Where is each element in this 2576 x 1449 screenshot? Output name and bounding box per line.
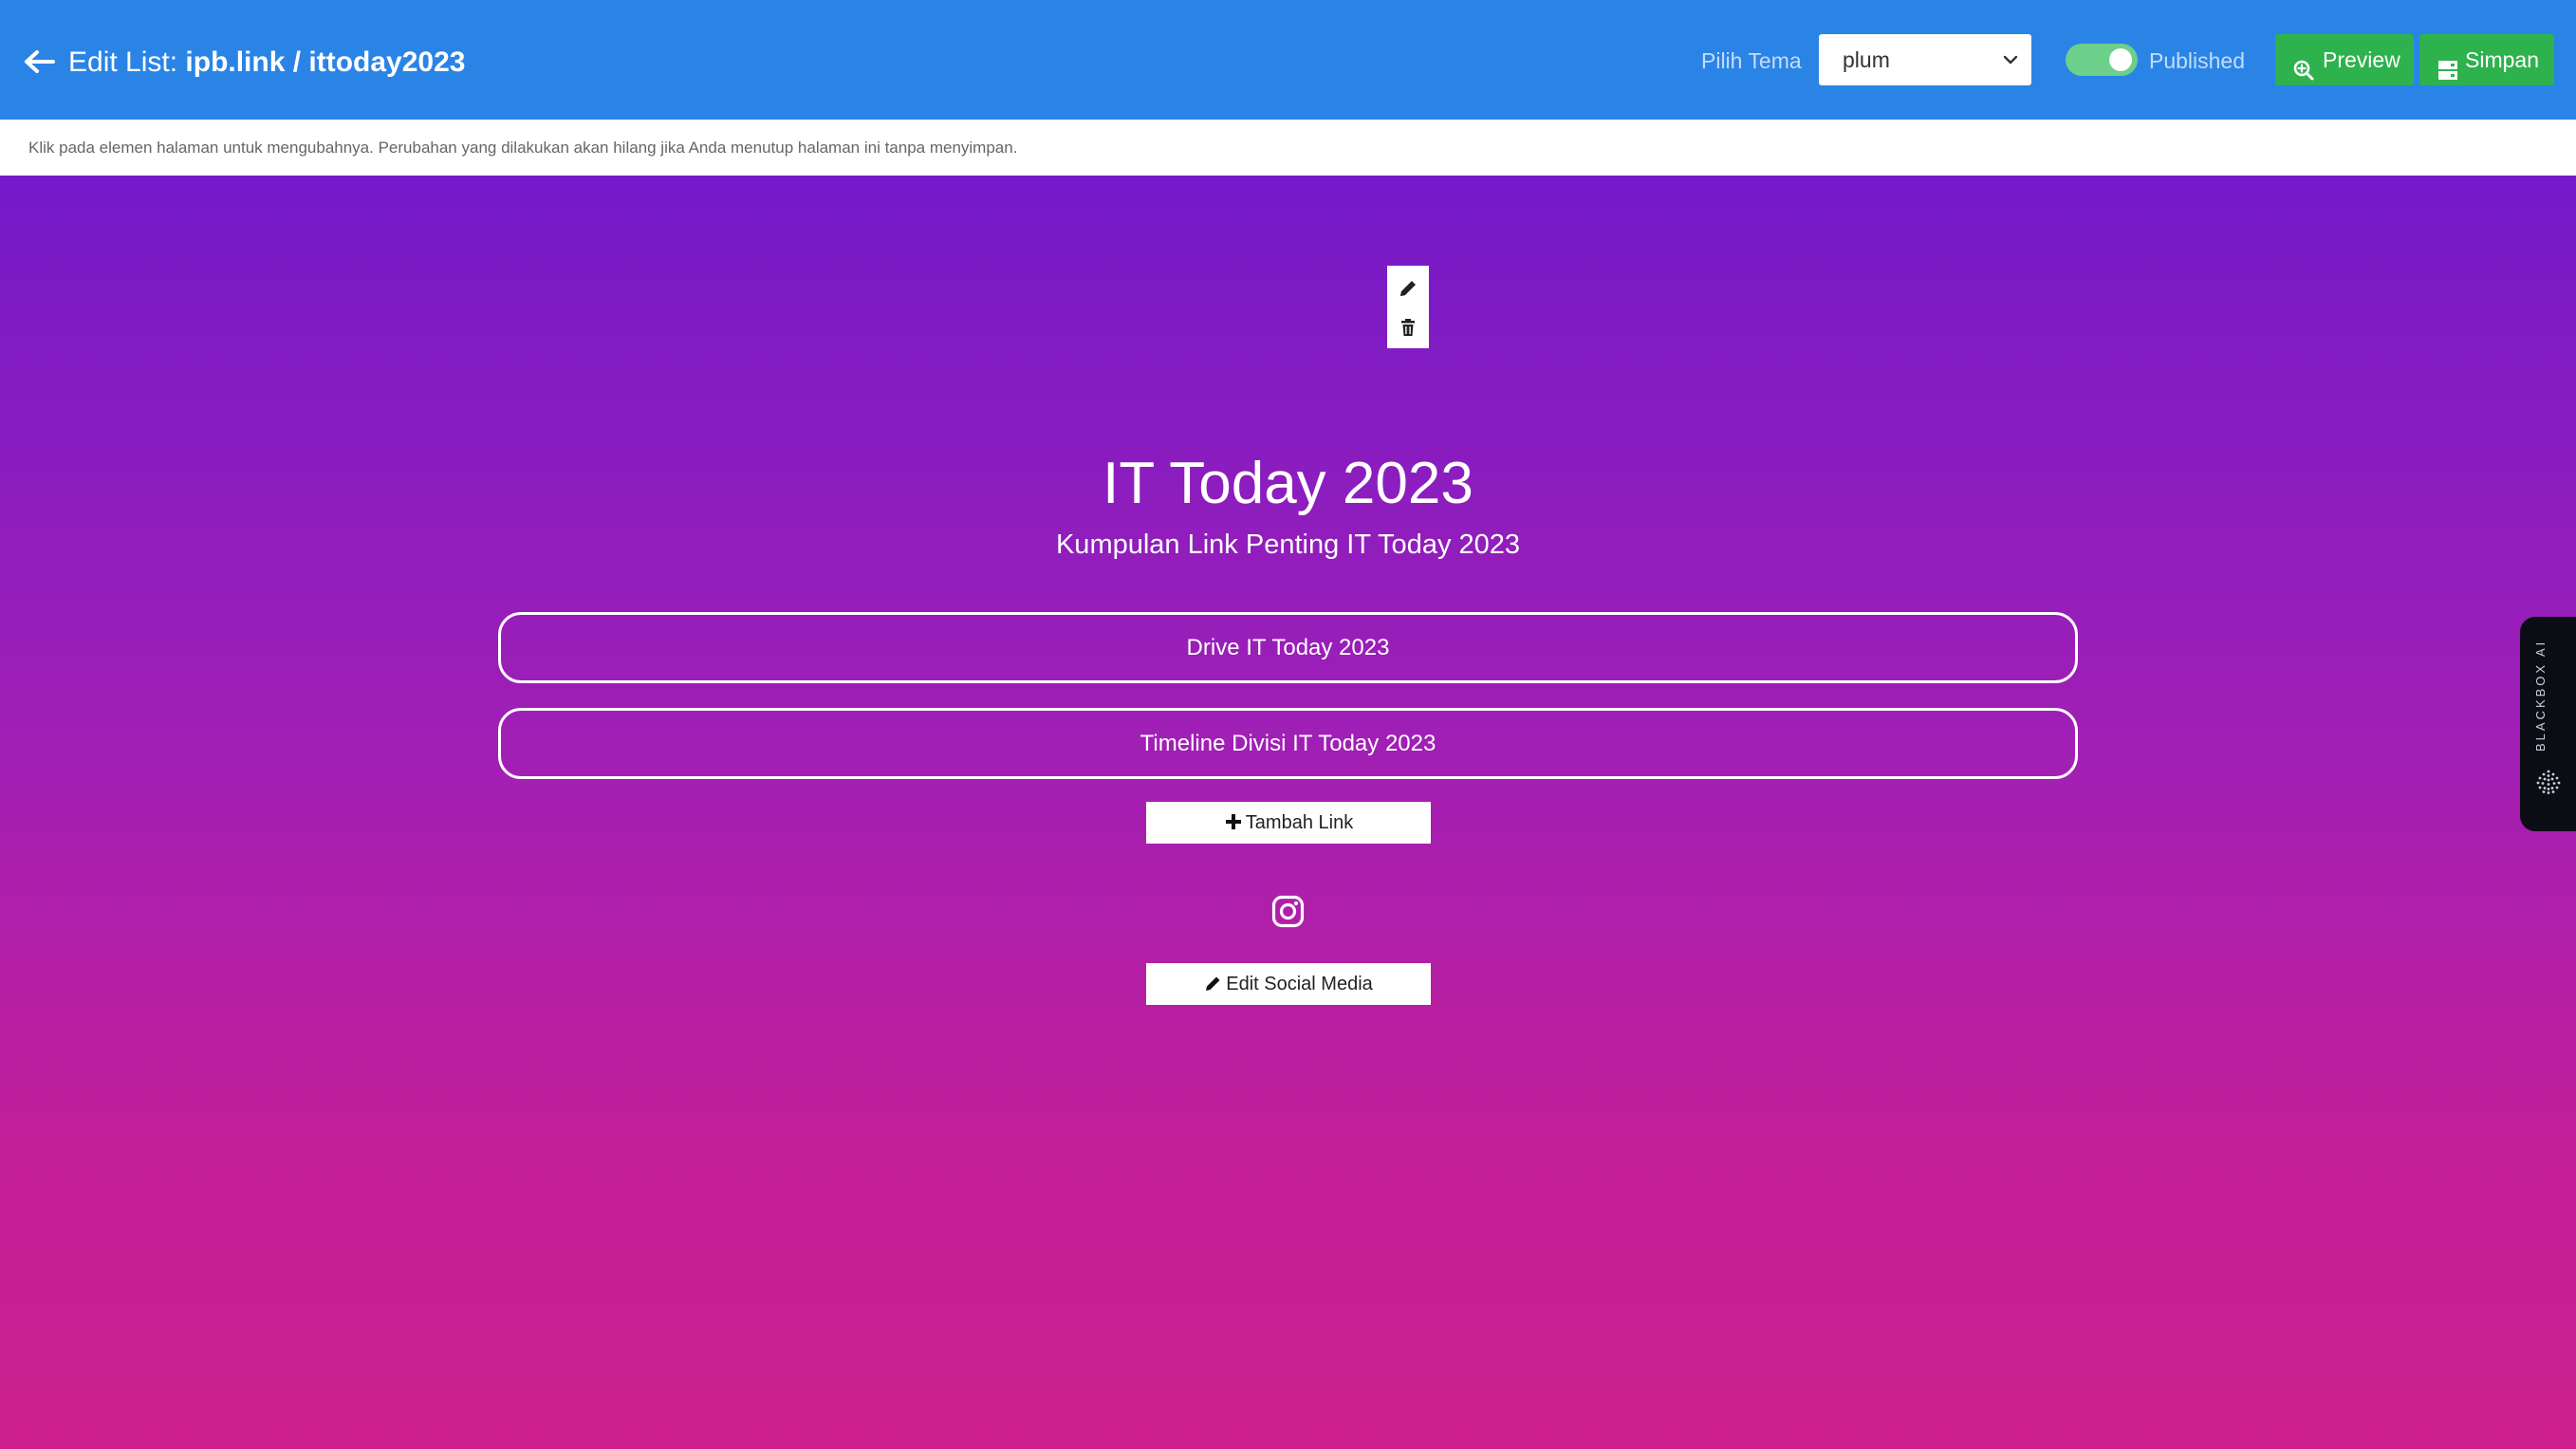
page-canvas: IT Today 2023 Kumpulan Link Penting IT T… — [0, 176, 2576, 1449]
edit-social-media-button[interactable]: Edit Social Media — [1146, 963, 1431, 1005]
instagram-icon[interactable] — [1271, 895, 1305, 928]
save-label: Simpan — [2465, 47, 2539, 72]
arrow-left-icon — [25, 50, 55, 73]
top-bar: Edit List: ipb.link / ittoday2023 Pilih … — [0, 0, 2576, 120]
profile-subtitle[interactable]: Kumpulan Link Penting IT Today 2023 — [0, 525, 2576, 565]
toggle-knob — [2109, 48, 2132, 71]
add-link-button[interactable]: Tambah Link — [1146, 802, 1431, 844]
plus-icon — [1224, 805, 1243, 829]
published-label: Published — [2149, 48, 2246, 73]
published-toggle[interactable] — [2066, 44, 2138, 76]
chevron-down-icon — [2003, 53, 2018, 66]
page-title-header: Edit List: ipb.link / ittoday2023 — [68, 42, 465, 84]
link-button[interactable]: Timeline Divisi IT Today 2023 — [498, 708, 2078, 779]
blackbox-logo-icon — [2535, 769, 2562, 795]
zoom-in-icon — [2292, 48, 2315, 81]
avatar-toolbar — [1387, 266, 1429, 348]
theme-select[interactable]: plum — [1819, 34, 2031, 85]
delete-avatar-button[interactable] — [1397, 316, 1419, 339]
link-button[interactable]: Drive IT Today 2023 — [498, 612, 2078, 683]
blackbox-ai-tab[interactable]: BLACKBOX AI — [2520, 617, 2576, 831]
theme-label: Pilih Tema — [1701, 48, 1802, 73]
info-bar: Klik pada elemen halaman untuk mengubahn… — [0, 120, 2576, 176]
preview-button[interactable]: Preview — [2275, 34, 2414, 85]
list-path: ipb.link / ittoday2023 — [185, 46, 466, 78]
blackbox-ai-label: BLACKBOX AI — [2533, 639, 2548, 752]
save-icon — [2437, 48, 2459, 80]
title-prefix: Edit List: — [68, 46, 178, 78]
trash-icon — [1401, 319, 1415, 336]
edit-avatar-button[interactable] — [1397, 277, 1419, 300]
pencil-icon — [1400, 281, 1416, 296]
edit-social-label: Edit Social Media — [1226, 974, 1373, 994]
save-button[interactable]: Simpan — [2419, 34, 2554, 85]
theme-select-value: plum — [1843, 47, 1890, 72]
back-button[interactable] — [19, 42, 59, 82]
preview-label: Preview — [2323, 47, 2400, 72]
info-message: Klik pada elemen halaman untuk mengubahn… — [28, 139, 1018, 157]
profile-title[interactable]: IT Today 2023 — [0, 444, 2576, 524]
pencil-icon — [1204, 966, 1223, 991]
add-link-label: Tambah Link — [1245, 812, 1354, 833]
